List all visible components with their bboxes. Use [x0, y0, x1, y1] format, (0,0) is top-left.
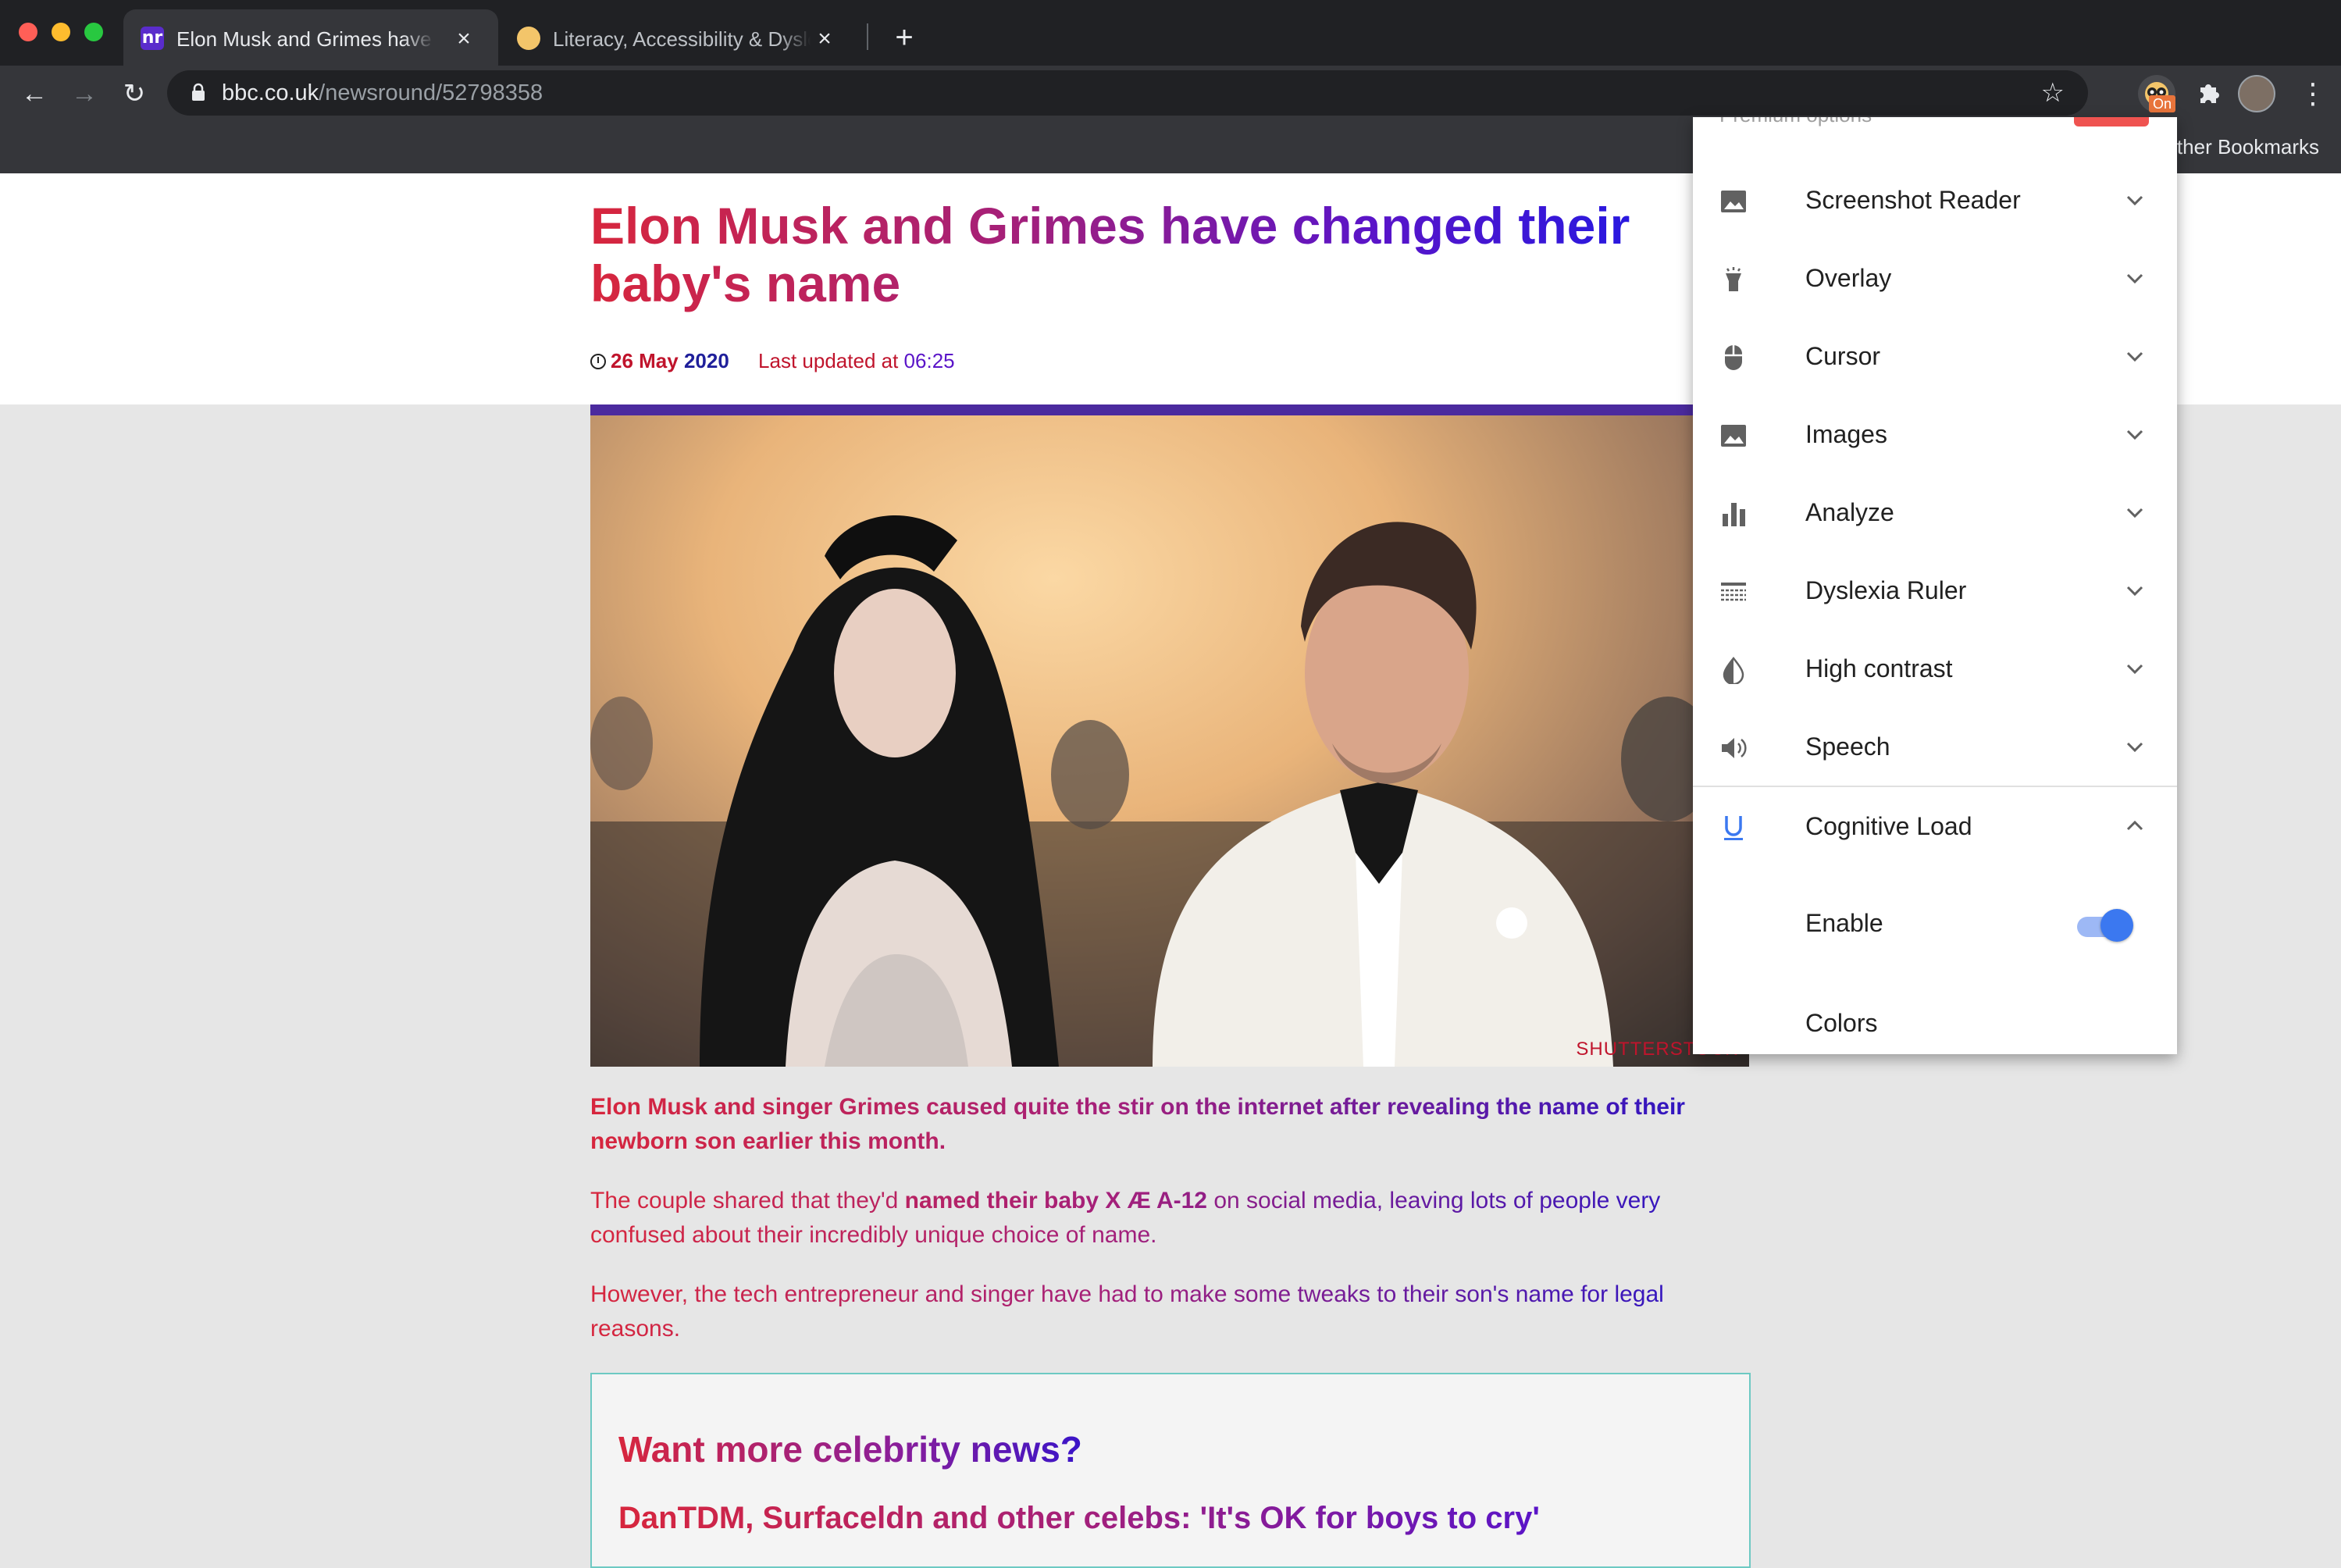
article-hero-photo: SHUTTERSTOCK [590, 415, 1749, 1067]
paragraph-text: The couple shared that they'd [590, 1188, 905, 1213]
menu-item-label: Cognitive Load [1805, 812, 1972, 840]
menu-item-analyze[interactable]: Analyze [1693, 473, 2177, 551]
url-text: bbc.co.uk/newsround/52798358 [222, 79, 543, 107]
chevron-down-icon [2126, 586, 2143, 597]
menu-item-label: High contrast [1805, 654, 1953, 682]
article-lede: Elon Musk and singer Grimes caused quite… [590, 1090, 1746, 1159]
menu-item-label: Cursor [1805, 342, 1881, 370]
menu-item-speech[interactable]: Speech [1693, 707, 2177, 786]
minimize-window-button[interactable] [52, 23, 70, 41]
underline-icon [1724, 816, 1743, 840]
newsround-favicon-icon: nr [141, 27, 164, 50]
menu-item-label: Dyslexia Ruler [1805, 576, 1967, 604]
article-paragraph-2: However, the tech entrepreneur and singe… [590, 1278, 1746, 1346]
browser-toolbar: ← → ↻ bbc.co.uk/newsround/52798358 ☆ On … [0, 66, 2341, 120]
extensions-puzzle-icon[interactable] [2190, 75, 2227, 112]
article-divider [590, 404, 1749, 415]
ruler-icon [1721, 583, 1746, 601]
tab-separator [867, 23, 868, 50]
forward-arrow-icon[interactable]: → [67, 77, 102, 111]
chevron-down-icon [2126, 273, 2143, 284]
profile-avatar[interactable] [2238, 75, 2275, 112]
image-icon [1721, 425, 1746, 447]
menu-item-images[interactable]: Images [1693, 395, 2177, 473]
clock-icon [590, 354, 606, 369]
tab-title: Elon Musk and Grimes have changed their … [176, 25, 434, 53]
last-updated-time: 06:25 [903, 349, 955, 372]
reload-icon[interactable]: ↻ [117, 77, 151, 111]
menu-item-dyslexia-ruler[interactable]: Dyslexia Ruler [1693, 551, 2177, 629]
bar-chart-icon [1723, 503, 1745, 526]
owl-favicon-icon [517, 27, 540, 50]
menu-item-label: Images [1805, 420, 1887, 448]
chevron-down-icon [2126, 429, 2143, 440]
chevron-up-icon [2126, 820, 2143, 831]
browser-menu-icon[interactable]: ⋮ [2299, 77, 2327, 111]
menu-item-label: Analyze [1805, 498, 1894, 526]
accessibility-extension-panel: Premium options Screenshot Reader Overla… [1693, 117, 2177, 1054]
publish-date-day: 26 May [611, 349, 679, 372]
article-paragraph-1: The couple shared that they'd named thei… [590, 1184, 1746, 1253]
image-icon [1721, 191, 1746, 212]
mouse-icon [1725, 345, 1742, 370]
last-updated-label: Last updated at [758, 349, 899, 372]
toggle-knob [2100, 909, 2133, 942]
bookmark-star-icon[interactable]: ☆ [2041, 78, 2065, 108]
menu-item-cursor[interactable]: Cursor [1693, 317, 2177, 395]
menu-item-label: Overlay [1805, 264, 1892, 292]
menu-item-overlay[interactable]: Overlay [1693, 239, 2177, 317]
promo-box: Want more celebrity news? DanTDM, Surfac… [590, 1373, 1751, 1568]
promo-link[interactable]: DanTDM, Surfaceldn and other celebs: 'It… [618, 1498, 1540, 1538]
tab-newsround[interactable]: nr Elon Musk and Grimes have changed the… [123, 9, 498, 66]
close-tab-icon[interactable]: × [450, 25, 478, 53]
chevron-down-icon [2126, 195, 2143, 206]
cognitive-enable-toggle[interactable] [2072, 906, 2133, 942]
grimes-and-elon-photo [590, 515, 1749, 1067]
tab-title: Literacy, Accessibility & Dyslexia [553, 25, 811, 53]
address-bar[interactable]: bbc.co.uk/newsround/52798358 ☆ [167, 70, 2088, 116]
back-arrow-icon[interactable]: ← [17, 77, 52, 111]
cognitive-colors-option[interactable]: Colors [1805, 1007, 1877, 1039]
publish-date-year: 2020 [683, 349, 729, 372]
lock-icon [192, 83, 205, 101]
menu-item-label: Speech [1805, 732, 1890, 761]
premium-options-label: Premium options [1719, 117, 1872, 128]
new-tab-plus-icon[interactable]: + [887, 20, 921, 55]
contrast-icon [1723, 656, 1744, 684]
promo-title: Want more celebrity news? [618, 1426, 1082, 1473]
menu-item-cognitive-load[interactable]: Cognitive Load [1693, 787, 2177, 865]
menu-item-high-contrast[interactable]: High contrast [1693, 629, 2177, 707]
chevron-down-icon [2126, 664, 2143, 675]
baby-name-highlight: named their baby X Æ A-12 [904, 1188, 1207, 1213]
tab-literacy[interactable]: Literacy, Accessibility & Dyslexia × [500, 9, 859, 66]
cognitive-enable-label: Enable [1805, 909, 1883, 937]
chevron-down-icon [2126, 508, 2143, 519]
premium-button[interactable] [2074, 117, 2149, 127]
menu-item-label: Screenshot Reader [1805, 186, 2021, 214]
article-meta: 26 May 2020 Last updated at 06:25 [590, 347, 955, 375]
flashlight-icon [1726, 267, 1741, 291]
extension-on-badge: On [2149, 95, 2175, 112]
chevron-down-icon [2126, 742, 2143, 753]
other-bookmarks-folder[interactable]: Other Bookmarks [2161, 131, 2319, 162]
close-window-button[interactable] [19, 23, 37, 41]
maximize-window-button[interactable] [84, 23, 103, 41]
close-tab-icon[interactable]: × [811, 25, 839, 53]
menu-item-screenshot-reader[interactable]: Screenshot Reader [1693, 161, 2177, 239]
url-path: /newsround/52798358 [319, 80, 543, 105]
article-headline: Elon Musk and Grimes have changed their … [590, 197, 1707, 312]
speaker-icon [1722, 738, 1747, 758]
url-domain: bbc.co.uk [222, 80, 319, 105]
tab-strip: nr Elon Musk and Grimes have changed the… [0, 0, 2341, 66]
chevron-down-icon [2126, 351, 2143, 362]
